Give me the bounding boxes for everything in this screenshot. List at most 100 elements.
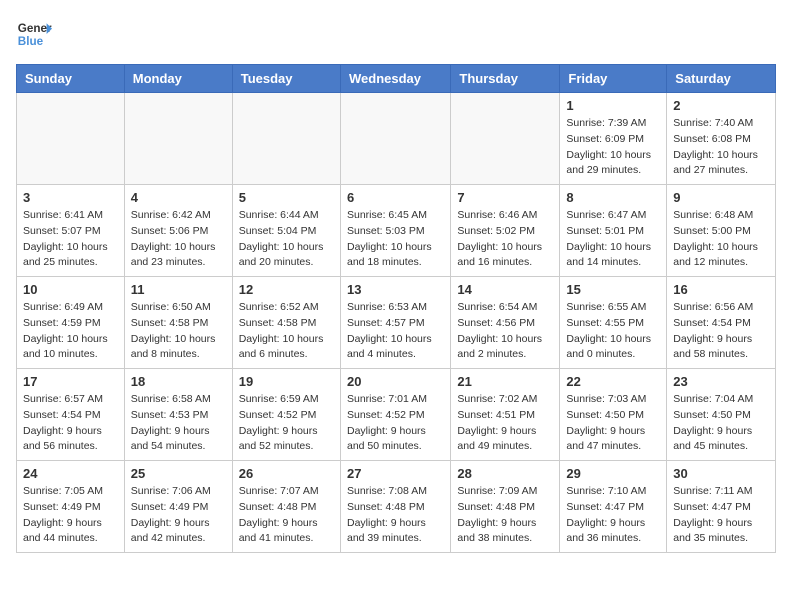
day-info: Sunrise: 7:04 AM Sunset: 4:50 PM Dayligh…: [673, 392, 769, 455]
calendar-cell: 21 Sunrise: 7:02 AM Sunset: 4:51 PM Dayli…: [451, 369, 560, 461]
day-info: Sunrise: 7:09 AM Sunset: 4:48 PM Dayligh…: [457, 484, 553, 547]
day-info: Sunrise: 6:58 AM Sunset: 4:53 PM Dayligh…: [131, 392, 226, 455]
day-number: 11: [131, 282, 226, 297]
day-number: 23: [673, 374, 769, 389]
week-row-2: 3 Sunrise: 6:41 AM Sunset: 5:07 PM Daylig…: [17, 185, 776, 277]
day-number: 4: [131, 190, 226, 205]
calendar-cell: 22 Sunrise: 7:03 AM Sunset: 4:50 PM Dayli…: [560, 369, 667, 461]
calendar-cell: 5 Sunrise: 6:44 AM Sunset: 5:04 PM Daylig…: [232, 185, 340, 277]
calendar-cell: 17 Sunrise: 6:57 AM Sunset: 4:54 PM Dayli…: [17, 369, 125, 461]
weekday-header-thursday: Thursday: [451, 65, 560, 93]
day-info: Sunrise: 6:49 AM Sunset: 4:59 PM Dayligh…: [23, 300, 118, 363]
week-row-1: 1 Sunrise: 7:39 AM Sunset: 6:09 PM Daylig…: [17, 93, 776, 185]
day-info: Sunrise: 7:02 AM Sunset: 4:51 PM Dayligh…: [457, 392, 553, 455]
day-info: Sunrise: 6:59 AM Sunset: 4:52 PM Dayligh…: [239, 392, 334, 455]
day-number: 28: [457, 466, 553, 481]
day-info: Sunrise: 6:56 AM Sunset: 4:54 PM Dayligh…: [673, 300, 769, 363]
calendar-cell: [451, 93, 560, 185]
day-info: Sunrise: 7:06 AM Sunset: 4:49 PM Dayligh…: [131, 484, 226, 547]
calendar-cell: 1 Sunrise: 7:39 AM Sunset: 6:09 PM Daylig…: [560, 93, 667, 185]
calendar-cell: 14 Sunrise: 6:54 AM Sunset: 4:56 PM Dayli…: [451, 277, 560, 369]
calendar-cell: 23 Sunrise: 7:04 AM Sunset: 4:50 PM Dayli…: [667, 369, 776, 461]
day-number: 29: [566, 466, 660, 481]
calendar-cell: 2 Sunrise: 7:40 AM Sunset: 6:08 PM Daylig…: [667, 93, 776, 185]
weekday-header-wednesday: Wednesday: [340, 65, 450, 93]
calendar-cell: 13Sunrise: 6:53 AM Sunset: 4:57 PM Dayli…: [340, 277, 450, 369]
day-info: Sunrise: 6:41 AM Sunset: 5:07 PM Dayligh…: [23, 208, 118, 271]
week-row-4: 17 Sunrise: 6:57 AM Sunset: 4:54 PM Dayli…: [17, 369, 776, 461]
calendar-cell: 28 Sunrise: 7:09 AM Sunset: 4:48 PM Dayli…: [451, 461, 560, 553]
day-number: 8: [566, 190, 660, 205]
day-number: 15: [566, 282, 660, 297]
calendar-cell: 3 Sunrise: 6:41 AM Sunset: 5:07 PM Daylig…: [17, 185, 125, 277]
page-header: General Blue: [16, 16, 776, 52]
calendar-cell: 7Sunrise: 6:46 AM Sunset: 5:02 PM Daylig…: [451, 185, 560, 277]
calendar-cell: 9 Sunrise: 6:48 AM Sunset: 5:00 PM Daylig…: [667, 185, 776, 277]
day-number: 17: [23, 374, 118, 389]
calendar-cell: 26Sunrise: 7:07 AM Sunset: 4:48 PM Dayli…: [232, 461, 340, 553]
day-number: 1: [566, 98, 660, 113]
weekday-header-monday: Monday: [124, 65, 232, 93]
day-info: Sunrise: 6:48 AM Sunset: 5:00 PM Dayligh…: [673, 208, 769, 271]
weekday-header-row: SundayMondayTuesdayWednesdayThursdayFrid…: [17, 65, 776, 93]
weekday-header-saturday: Saturday: [667, 65, 776, 93]
day-number: 3: [23, 190, 118, 205]
calendar-cell: 25 Sunrise: 7:06 AM Sunset: 4:49 PM Dayli…: [124, 461, 232, 553]
day-number: 2: [673, 98, 769, 113]
day-number: 21: [457, 374, 553, 389]
weekday-header-sunday: Sunday: [17, 65, 125, 93]
day-info: Sunrise: 7:10 AM Sunset: 4:47 PM Dayligh…: [566, 484, 660, 547]
day-number: 9: [673, 190, 769, 205]
logo-icon: General Blue: [16, 16, 52, 52]
day-number: 27: [347, 466, 444, 481]
day-info: Sunrise: 6:47 AM Sunset: 5:01 PM Dayligh…: [566, 208, 660, 271]
day-number: 20: [347, 374, 444, 389]
day-info: Sunrise: 6:52 AM Sunset: 4:58 PM Dayligh…: [239, 300, 334, 363]
calendar-cell: [232, 93, 340, 185]
calendar-cell: 12 Sunrise: 6:52 AM Sunset: 4:58 PM Dayli…: [232, 277, 340, 369]
day-info: Sunrise: 6:44 AM Sunset: 5:04 PM Dayligh…: [239, 208, 334, 271]
day-info: Sunrise: 7:40 AM Sunset: 6:08 PM Dayligh…: [673, 116, 769, 179]
day-info: Sunrise: 6:45 AM Sunset: 5:03 PM Dayligh…: [347, 208, 444, 271]
day-info: Sunrise: 6:42 AM Sunset: 5:06 PM Dayligh…: [131, 208, 226, 271]
day-info: Sunrise: 7:05 AM Sunset: 4:49 PM Dayligh…: [23, 484, 118, 547]
calendar-cell: 4 Sunrise: 6:42 AM Sunset: 5:06 PM Daylig…: [124, 185, 232, 277]
day-info: Sunrise: 7:03 AM Sunset: 4:50 PM Dayligh…: [566, 392, 660, 455]
weekday-header-friday: Friday: [560, 65, 667, 93]
day-number: 16: [673, 282, 769, 297]
day-info: Sunrise: 6:57 AM Sunset: 4:54 PM Dayligh…: [23, 392, 118, 455]
calendar-cell: 30Sunrise: 7:11 AM Sunset: 4:47 PM Dayli…: [667, 461, 776, 553]
svg-text:Blue: Blue: [18, 35, 44, 48]
day-number: 5: [239, 190, 334, 205]
calendar-cell: [340, 93, 450, 185]
calendar-cell: 15 Sunrise: 6:55 AM Sunset: 4:55 PM Dayli…: [560, 277, 667, 369]
calendar-cell: 29 Sunrise: 7:10 AM Sunset: 4:47 PM Dayli…: [560, 461, 667, 553]
calendar-cell: 6 Sunrise: 6:45 AM Sunset: 5:03 PM Daylig…: [340, 185, 450, 277]
calendar-cell: 8 Sunrise: 6:47 AM Sunset: 5:01 PM Daylig…: [560, 185, 667, 277]
week-row-5: 24 Sunrise: 7:05 AM Sunset: 4:49 PM Dayli…: [17, 461, 776, 553]
calendar-cell: 19Sunrise: 6:59 AM Sunset: 4:52 PM Dayli…: [232, 369, 340, 461]
day-number: 25: [131, 466, 226, 481]
week-row-3: 10Sunrise: 6:49 AM Sunset: 4:59 PM Dayli…: [17, 277, 776, 369]
day-number: 24: [23, 466, 118, 481]
calendar-cell: 18 Sunrise: 6:58 AM Sunset: 4:53 PM Dayli…: [124, 369, 232, 461]
calendar-cell: [17, 93, 125, 185]
day-number: 22: [566, 374, 660, 389]
calendar-cell: 10Sunrise: 6:49 AM Sunset: 4:59 PM Dayli…: [17, 277, 125, 369]
calendar-cell: 20 Sunrise: 7:01 AM Sunset: 4:52 PM Dayli…: [340, 369, 450, 461]
calendar-cell: 11Sunrise: 6:50 AM Sunset: 4:58 PM Dayli…: [124, 277, 232, 369]
day-number: 30: [673, 466, 769, 481]
calendar-cell: [124, 93, 232, 185]
day-number: 12: [239, 282, 334, 297]
calendar-table: SundayMondayTuesdayWednesdayThursdayFrid…: [16, 64, 776, 553]
day-info: Sunrise: 6:46 AM Sunset: 5:02 PM Dayligh…: [457, 208, 553, 271]
day-info: Sunrise: 6:55 AM Sunset: 4:55 PM Dayligh…: [566, 300, 660, 363]
day-number: 18: [131, 374, 226, 389]
day-number: 6: [347, 190, 444, 205]
day-info: Sunrise: 7:01 AM Sunset: 4:52 PM Dayligh…: [347, 392, 444, 455]
day-info: Sunrise: 7:39 AM Sunset: 6:09 PM Dayligh…: [566, 116, 660, 179]
weekday-header-tuesday: Tuesday: [232, 65, 340, 93]
day-number: 14: [457, 282, 553, 297]
day-info: Sunrise: 7:07 AM Sunset: 4:48 PM Dayligh…: [239, 484, 334, 547]
day-info: Sunrise: 6:54 AM Sunset: 4:56 PM Dayligh…: [457, 300, 553, 363]
